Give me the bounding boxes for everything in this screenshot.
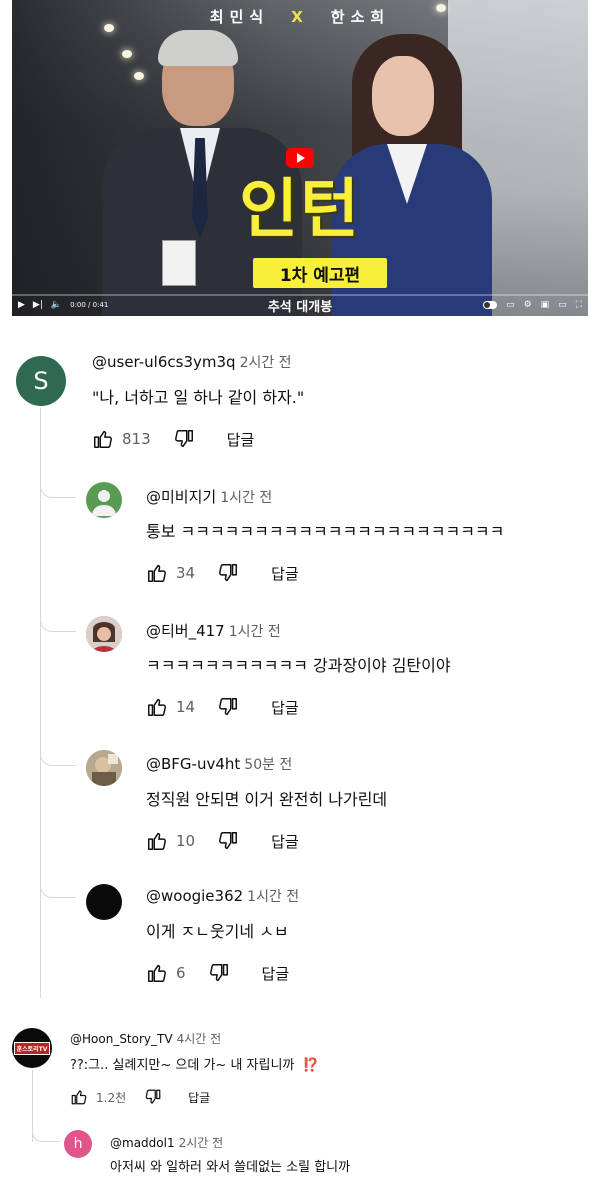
like-count: 813 <box>122 430 151 448</box>
theater-icon[interactable]: ▭ <box>558 300 567 310</box>
video-player[interactable]: 최민식 X 한소희 인턴 1차 예고편 추석 대개봉 ▶ ▶| 🔈 0:00 / 0… <box>12 0 588 316</box>
comment-actions: 10 답글 <box>146 830 299 852</box>
comment-header: @미비지기 1시간 전 <box>146 486 272 507</box>
like-icon[interactable] <box>146 962 168 984</box>
comment-author[interactable]: @maddol1 <box>110 1136 175 1150</box>
comment-author[interactable]: @BFG-uv4ht <box>146 755 240 773</box>
comment-author[interactable]: @Hoon_Story_TV <box>70 1032 173 1046</box>
reply-button[interactable]: 답글 <box>227 429 255 450</box>
time-display: 0:00 / 0:41 <box>70 301 109 309</box>
comment-text: ??:그.. 실례지만~ 으데 가~ 내 자립니까 ⁉️ <box>70 1054 319 1073</box>
comment-time[interactable]: 1시간 전 <box>247 889 299 905</box>
subtitles-icon[interactable]: ▭ <box>506 300 515 310</box>
avatar[interactable]: S <box>16 356 66 406</box>
dislike-icon[interactable] <box>208 962 230 984</box>
comment-thread: 훈스토리TV @Hoon_Story_TV 4시간 전 ??:그.. 실례지만~ … <box>0 1016 600 1116</box>
avatar[interactable]: 훈스토리TV <box>12 1028 52 1068</box>
video-subtitle-overlay: 1차 예고편 <box>253 258 387 288</box>
comment-author[interactable]: @티버_417 <box>146 622 225 640</box>
reply-button[interactable]: 답글 <box>188 1089 210 1106</box>
comment-header: @woogie362 1시간 전 <box>146 886 299 906</box>
reply-button[interactable]: 답글 <box>262 963 290 984</box>
comment-actions: 14 답글 <box>146 696 299 718</box>
cast-x: X <box>291 8 309 26</box>
dislike-icon[interactable] <box>173 428 195 450</box>
play-icon[interactable]: ▶ <box>18 300 25 310</box>
comment-actions: 34 답글 <box>146 562 299 584</box>
comment-actions: 1.2천 답글 <box>70 1088 210 1106</box>
comment-time[interactable]: 1시간 전 <box>229 624 281 640</box>
comment-actions: 813 답글 <box>92 428 254 450</box>
player-controls: ▶ ▶| 🔈 0:00 / 0:41 ▭ ⚙ ▣ ▭ ⛶ <box>12 294 588 316</box>
cast-left: 최민식 <box>209 8 270 26</box>
reply-item: @woogie362 1시간 전 이게 ㅈㄴ웃기네 ㅅㅂ 6 답글 <box>0 880 600 1000</box>
comment-header: @user-ul6cs3ym3q 2시간 전 <box>92 352 292 372</box>
comment-header: @Hoon_Story_TV 4시간 전 <box>70 1028 221 1047</box>
like-icon[interactable] <box>146 696 168 718</box>
avatar[interactable] <box>86 482 122 518</box>
comment-header: @maddol1 2시간 전 <box>110 1132 223 1151</box>
reply-item: h @maddol1 2시간 전 아저씨 와 일하러 와서 쓸데없는 소릴 합니까 <box>0 1126 600 1177</box>
next-icon[interactable]: ▶| <box>33 300 43 310</box>
volume-icon[interactable]: 🔈 <box>51 300 62 310</box>
avatar[interactable] <box>86 884 122 920</box>
like-count: 6 <box>176 964 186 982</box>
like-count: 34 <box>176 564 196 582</box>
like-icon[interactable] <box>92 428 114 450</box>
fullscreen-icon[interactable]: ⛶ <box>576 300 582 310</box>
exclamation-question-icon: ⁉️ <box>302 1058 319 1073</box>
comment-text-body: ??:그.. 실례지만~ 으데 가~ 내 자립니까 <box>70 1058 295 1073</box>
comment-text: ㅋㅋㅋㅋㅋㅋㅋㅋㅋㅋㅋ 강과장이야 김탄이야 <box>146 656 451 675</box>
video-title-overlay: 인턴 <box>239 173 361 247</box>
channel-avatar-label: 훈스토리TV <box>13 1041 51 1055</box>
comment-actions: 6 답글 <box>146 962 289 984</box>
dislike-icon[interactable] <box>217 562 239 584</box>
avatar[interactable] <box>86 616 122 652</box>
comment-text: 아저씨 와 일하러 와서 쓸데없는 소릴 합니까 <box>110 1160 351 1175</box>
comment-text: 통보 ㅋㅋㅋㅋㅋㅋㅋㅋㅋㅋㅋㅋㅋㅋㅋㅋㅋㅋㅋㅋㅋㅋ <box>146 522 505 541</box>
avatar[interactable] <box>86 750 122 786</box>
autoplay-toggle[interactable] <box>483 301 498 309</box>
comment-time[interactable]: 4시간 전 <box>177 1032 222 1046</box>
comment-time[interactable]: 50분 전 <box>244 757 292 773</box>
like-icon[interactable] <box>70 1088 88 1106</box>
comment-author[interactable]: @user-ul6cs3ym3q <box>92 353 236 371</box>
reply-button[interactable]: 답글 <box>271 563 299 584</box>
dislike-icon[interactable] <box>217 830 239 852</box>
comment-text: 이게 ㅈㄴ웃기네 ㅅㅂ <box>146 922 289 941</box>
gear-icon[interactable]: ⚙ <box>524 300 532 310</box>
reply-button[interactable]: 답글 <box>271 697 299 718</box>
reply-item: @티버_417 1시간 전 ㅋㅋㅋㅋㅋㅋㅋㅋㅋㅋㅋ 강과장이야 김탄이야 14 답… <box>0 612 600 732</box>
comment-header: @BFG-uv4ht 50분 전 <box>146 754 292 774</box>
comment-text: "나, 너하고 일 하나 같이 하자." <box>92 388 305 407</box>
miniplayer-icon[interactable]: ▣ <box>541 300 550 310</box>
reply-item: @BFG-uv4ht 50분 전 정직원 안되면 이거 완전히 나가린데 10 답… <box>0 746 600 866</box>
progress-bar[interactable] <box>12 294 588 296</box>
reply-item: @미비지기 1시간 전 통보 ㅋㅋㅋㅋㅋㅋㅋㅋㅋㅋㅋㅋㅋㅋㅋㅋㅋㅋㅋㅋㅋㅋ 34 … <box>0 478 600 598</box>
like-icon[interactable] <box>146 830 168 852</box>
like-count: 10 <box>176 832 196 850</box>
cast-right: 한소희 <box>330 8 391 26</box>
reply-button[interactable]: 답글 <box>271 831 299 852</box>
comment-thread: S @user-ul6cs3ym3q 2시간 전 "나, 너하고 일 하나 같이 … <box>0 340 600 460</box>
comment-time[interactable]: 2시간 전 <box>240 355 292 371</box>
comment-text: 정직원 안되면 이거 완전히 나가린데 <box>146 790 388 809</box>
dislike-icon[interactable] <box>217 696 239 718</box>
dislike-icon[interactable] <box>144 1088 162 1106</box>
cast-names: 최민식 X 한소희 <box>12 6 588 27</box>
comment-time[interactable]: 1시간 전 <box>220 490 272 506</box>
comment-header: @티버_417 1시간 전 <box>146 620 281 641</box>
comment-time[interactable]: 2시간 전 <box>179 1136 224 1150</box>
like-count: 1.2천 <box>96 1090 127 1105</box>
avatar[interactable]: h <box>64 1130 92 1158</box>
like-icon[interactable] <box>146 562 168 584</box>
comment-author[interactable]: @미비지기 <box>146 488 216 506</box>
comment-author[interactable]: @woogie362 <box>146 887 243 905</box>
like-count: 14 <box>176 698 196 716</box>
